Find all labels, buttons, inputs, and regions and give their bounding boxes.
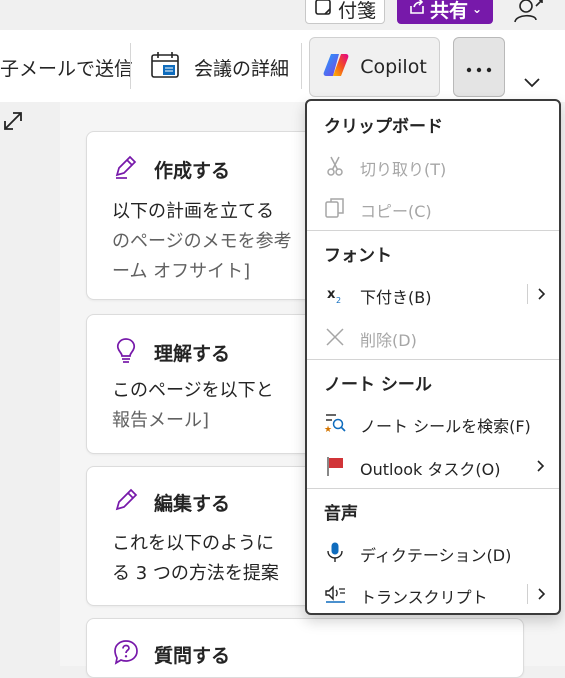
send-email-label: 子メールで送信 — [0, 58, 134, 80]
card-title: 編集する — [154, 493, 231, 515]
expand-icon[interactable] — [2, 110, 24, 136]
svg-text:x: x — [327, 287, 336, 302]
menu-item-label: Outlook タスク(O) — [360, 460, 501, 479]
pencil-icon — [113, 487, 139, 513]
share-label: 共有 — [429, 0, 468, 22]
card-title: 作成する — [154, 160, 231, 182]
menu-item-label: 切り取り(T) — [360, 160, 447, 179]
menu-item-dictation[interactable]: ディクテーション(D) — [307, 532, 559, 572]
menu-divider — [307, 230, 559, 231]
scissors-icon — [324, 155, 346, 177]
microphone-icon — [324, 541, 346, 563]
chevron-down-icon[interactable] — [523, 74, 541, 93]
send-email-button[interactable]: 子メールで送信 — [0, 54, 133, 81]
chevron-right-icon — [527, 284, 550, 304]
menu-item-label: 下付き(B) — [360, 288, 432, 307]
chevron-down-icon: ⌄ — [471, 2, 483, 16]
red-flag-icon — [324, 455, 346, 477]
menu-item-label: ディクテーション(D) — [360, 546, 512, 565]
svg-text:2: 2 — [336, 296, 341, 305]
prompt-card-ask[interactable]: 質問する — [86, 618, 524, 678]
meeting-details-label: 会議の詳細 — [194, 58, 290, 80]
copilot-label: Copilot — [360, 56, 427, 78]
chevron-right-icon — [527, 584, 550, 604]
copilot-button[interactable]: Copilot — [309, 37, 440, 97]
more-options-button[interactable] — [453, 37, 505, 97]
menu-item-subscript[interactable]: x2 下付き(B) — [307, 274, 559, 314]
more-horizontal-icon — [466, 58, 492, 77]
section-header-note-tags: ノート シール — [324, 375, 432, 395]
menu-item-cut[interactable]: 切り取り(T) — [307, 146, 559, 186]
menu-item-find-tags[interactable]: ★ ノート シールを検索(F) — [307, 403, 559, 443]
delete-x-icon — [324, 326, 346, 348]
sticky-notes-label: 付箋 — [337, 0, 376, 22]
tag-search-icon: ★ — [324, 412, 346, 435]
sticky-note-icon — [314, 0, 332, 21]
menu-item-label: トランスクリプト — [360, 588, 488, 607]
calendar-icon — [150, 50, 180, 85]
menu-item-label: コピー(C) — [360, 202, 432, 221]
more-options-menu: クリップボード 切り取り(T) コピー(C) フォント x2 下付き(B) 削除… — [305, 99, 561, 615]
ribbon: 子メールで送信 会議の詳細 Copilot — [0, 30, 565, 102]
menu-item-label: ノート シールを検索(F) — [360, 417, 531, 436]
subscript-icon: x2 — [324, 283, 346, 305]
menu-divider — [307, 488, 559, 489]
sticky-notes-button[interactable]: 付箋 — [305, 0, 385, 24]
card-title: 質問する — [154, 645, 231, 667]
ribbon-divider — [301, 43, 302, 89]
transcript-icon — [324, 583, 346, 605]
section-header-voice: 音声 — [324, 504, 358, 524]
copy-icon — [324, 197, 346, 219]
card-title: 理解する — [154, 343, 231, 365]
menu-item-delete[interactable]: 削除(D) — [307, 317, 559, 357]
chevron-right-icon — [527, 456, 549, 476]
menu-item-outlook-task[interactable]: Outlook タスク(O) — [307, 446, 559, 486]
share-icon — [408, 0, 426, 21]
question-bubble-icon — [113, 639, 139, 665]
pen-edit-icon — [113, 154, 139, 180]
share-button[interactable]: 共有 ⌄ — [397, 0, 493, 24]
menu-item-copy[interactable]: コピー(C) — [307, 188, 559, 228]
section-header-clipboard: クリップボード — [324, 117, 443, 137]
person-sync-icon[interactable] — [512, 0, 546, 26]
ribbon-divider — [130, 43, 131, 89]
menu-divider — [307, 359, 559, 360]
menu-item-label: 削除(D) — [360, 331, 417, 350]
section-header-font: フォント — [324, 246, 392, 266]
meeting-details-button[interactable]: 会議の詳細 — [150, 50, 289, 85]
menu-item-transcript[interactable]: トランスクリプト — [307, 574, 559, 613]
svg-text:★: ★ — [324, 425, 332, 434]
lightbulb-icon — [113, 337, 139, 363]
copilot-icon — [322, 51, 350, 84]
